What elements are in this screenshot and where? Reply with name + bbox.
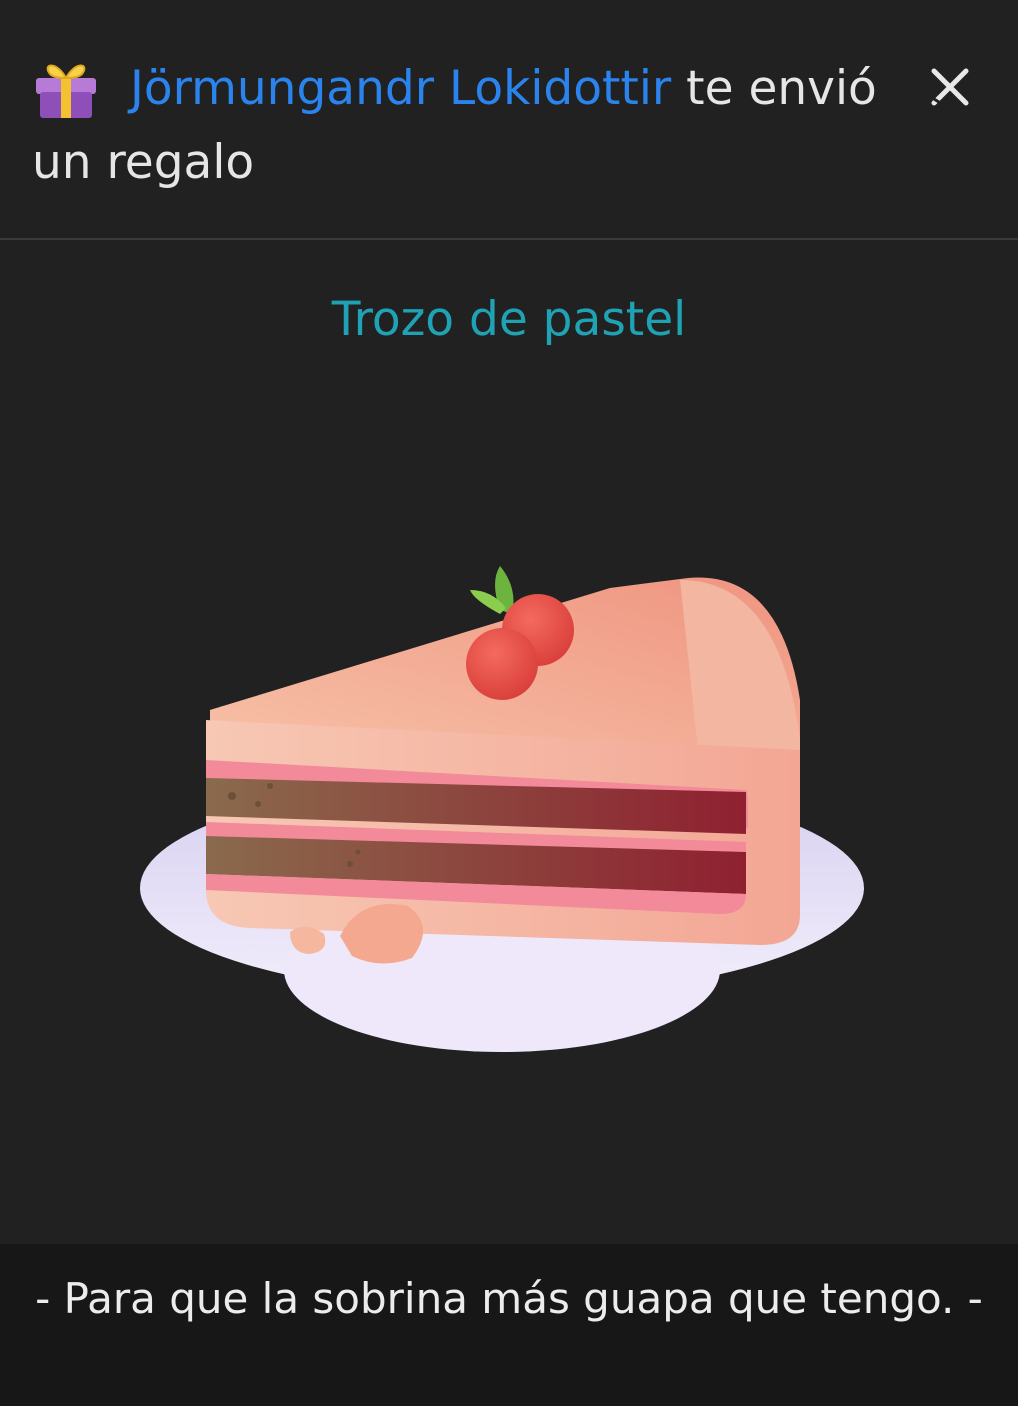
cake-slice-illustration — [140, 566, 864, 1052]
gift-name: Trozo de pastel — [331, 292, 687, 347]
gift-notification-modal: Jörmungandr Lokidottir te envió un regal… — [0, 0, 1018, 1406]
gift-message: - Para que la sobrina más guapa que teng… — [35, 1274, 983, 1323]
sender-name-link[interactable]: Jörmungandr Lokidottir — [130, 61, 671, 116]
close-button[interactable] — [922, 62, 978, 112]
close-icon — [931, 68, 969, 109]
notification-header: Jörmungandr Lokidottir te envió un regal… — [0, 0, 1018, 240]
gift-message-bar: - Para que la sobrina más guapa que teng… — [0, 1244, 1018, 1406]
notification-title: Jörmungandr Lokidottir te envió un regal… — [32, 52, 892, 200]
